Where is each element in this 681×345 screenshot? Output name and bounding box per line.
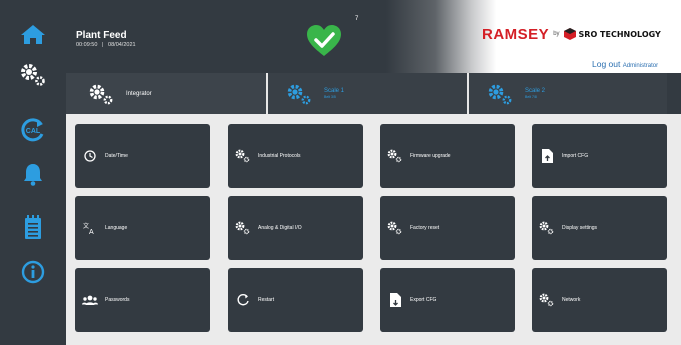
tab-integrator-label: Integrator <box>126 90 152 97</box>
tile-label: Date/Time <box>105 153 128 159</box>
sidebar-item-home[interactable] <box>0 14 66 54</box>
tile-analog-digital-io[interactable]: Analog & Digital I/O <box>228 196 363 260</box>
tile-label: Restart <box>258 297 275 303</box>
tile-label: Language <box>105 225 128 231</box>
tile-date-time[interactable]: Date/Time <box>75 124 210 188</box>
sidebar-item-info[interactable] <box>0 252 66 292</box>
tab-scale-1-label: Scale 1 Belt 3/5 <box>324 88 344 99</box>
header: Plant Feed 00:09:50 | 08/04/2021 7 RAMSE… <box>66 0 681 73</box>
tab-scale-1-name: Scale 1 <box>324 88 345 94</box>
tile-label: Export CFG <box>410 297 437 303</box>
clock-icon <box>82 148 98 164</box>
logo-by: by <box>553 31 560 37</box>
info-icon <box>21 260 45 284</box>
sidebar-item-settings[interactable] <box>0 55 66 95</box>
logout-link[interactable]: Log out Administrator <box>592 59 658 69</box>
scale-tabs: Integrator Scale 1 Belt 3/5 Scale 2 Belt 7… <box>66 73 681 114</box>
gears-icon <box>235 148 251 164</box>
sidebar-item-calibration[interactable]: CAL <box>0 110 66 150</box>
tab-integrator[interactable]: Integrator <box>66 73 266 114</box>
date-time-readout: 00:09:50 | 08/04/2021 <box>76 42 136 48</box>
logo-sro-technology: SRO TECHNOLOGY <box>578 29 661 39</box>
notepad-icon <box>25 215 41 239</box>
tile-label: Display settings <box>562 225 598 231</box>
gears-icon <box>287 84 311 104</box>
tile-firmware-upgrade[interactable]: Firmware upgrade <box>380 124 515 188</box>
svg-text:A: A <box>89 229 94 235</box>
tile-factory-reset[interactable]: Factory reset <box>380 196 515 260</box>
tile-restart[interactable]: Restart <box>228 268 363 332</box>
tab-scale-2-name: Scale 2 <box>525 88 546 94</box>
tile-display-settings[interactable]: Display settings <box>532 196 667 260</box>
logout-label: Log out <box>592 59 621 69</box>
tile-label: Network <box>562 297 581 303</box>
language-icon: 文A <box>82 220 98 236</box>
gears-icon <box>387 148 403 164</box>
tile-language[interactable]: 文A Language <box>75 196 210 260</box>
tile-passwords[interactable]: Passwords <box>75 268 210 332</box>
tile-label: Factory reset <box>410 225 440 231</box>
gears-icon <box>89 84 113 104</box>
tile-network[interactable]: Network <box>532 268 667 332</box>
tile-industrial-protocols[interactable]: Industrial Protocols <box>228 124 363 188</box>
tile-import-cfg[interactable]: Import CFG <box>532 124 667 188</box>
gears-icon <box>387 220 403 236</box>
date-value: 08/04/2021 <box>108 42 136 48</box>
settings-grid: Date/Time Industrial Protocols Firmware … <box>66 114 681 345</box>
sro-cube-icon <box>563 28 576 40</box>
gears-icon <box>539 292 555 308</box>
gears-icon <box>21 64 45 86</box>
gears-icon <box>539 220 555 236</box>
home-icon <box>21 25 45 44</box>
time-separator: | <box>102 42 104 48</box>
tile-label: Import CFG <box>562 153 589 159</box>
gears-icon <box>488 84 512 104</box>
tile-label: Industrial Protocols <box>258 153 301 159</box>
logo-ramsey: RAMSEY <box>482 25 550 43</box>
users-icon <box>82 292 98 308</box>
tile-label: Passwords <box>105 297 130 303</box>
restart-icon <box>235 292 251 308</box>
tab-scale-1[interactable]: Scale 1 Belt 3/5 <box>268 73 467 114</box>
sidebar: CAL <box>0 0 66 345</box>
sidebar-item-reports[interactable] <box>0 207 66 247</box>
time-value: 00:09:50 <box>76 42 98 48</box>
user-name: Administrator <box>622 63 659 69</box>
alarm-count-badge: 7 <box>355 16 359 22</box>
file-export-icon <box>387 292 403 308</box>
tile-label: Firmware upgrade <box>410 153 451 159</box>
calibration-icon: CAL <box>21 118 44 142</box>
tile-label: Analog & Digital I/O <box>258 225 302 231</box>
tab-scale-2-sub: Belt 7/8 <box>525 95 537 99</box>
page-title: Plant Feed <box>76 30 127 41</box>
health-status-heart-check-icon[interactable] <box>306 24 342 58</box>
tab-scale-1-sub: Belt 3/5 <box>324 95 336 99</box>
tile-export-cfg[interactable]: Export CFG <box>380 268 515 332</box>
brand-logo: RAMSEY by SRO TECHNOLOGY <box>482 25 661 43</box>
sidebar-item-alarms[interactable] <box>0 154 66 194</box>
gears-icon <box>235 220 251 236</box>
file-import-icon <box>539 148 555 164</box>
tab-scale-2-label: Scale 2 Belt 7/8 <box>525 88 545 99</box>
bell-icon <box>24 164 42 186</box>
calibration-label: CAL <box>26 128 41 135</box>
tab-scale-2[interactable]: Scale 2 Belt 7/8 <box>469 73 667 114</box>
